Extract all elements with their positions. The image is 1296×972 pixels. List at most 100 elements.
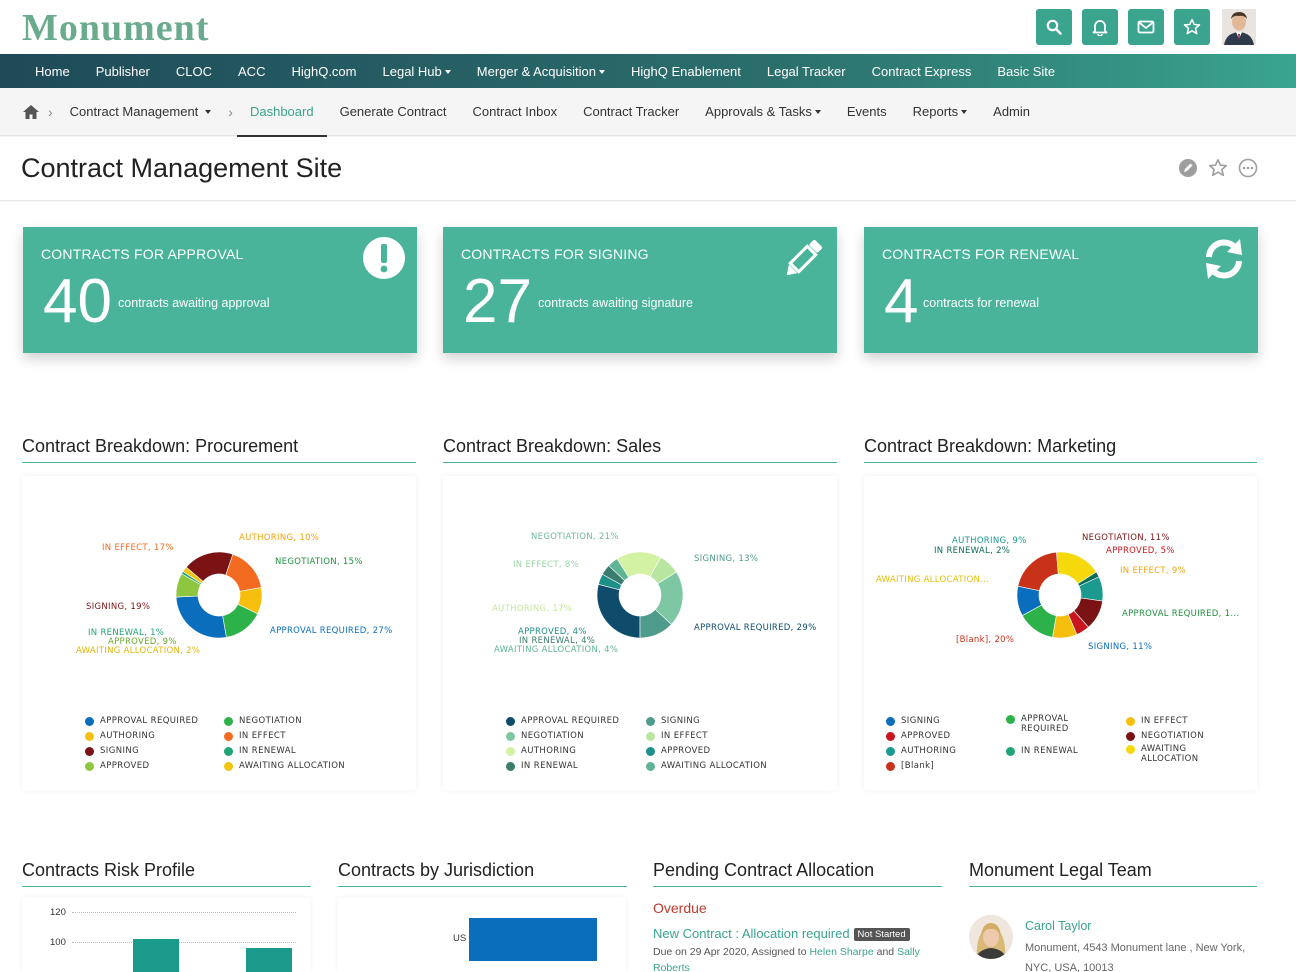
legend-item[interactable]: AWAITING ALLOCATION bbox=[646, 761, 767, 771]
more-icon[interactable] bbox=[1238, 158, 1258, 178]
legend-item[interactable]: IN RENEWAL bbox=[506, 761, 578, 771]
marketing-heading: Contract Breakdown: Marketing bbox=[864, 436, 1257, 463]
legend-item[interactable]: [Blank] bbox=[886, 761, 934, 771]
procurement-chart-panel: IN EFFECT, 17% AUTHORING, 10% NEGOTIATIO… bbox=[22, 476, 416, 790]
risk-profile-heading: Contracts Risk Profile bbox=[22, 860, 311, 887]
tab-dashboard[interactable]: Dashboard bbox=[236, 88, 327, 137]
nav-acc[interactable]: ACC bbox=[225, 64, 278, 79]
legend-item[interactable]: APPROVED bbox=[85, 761, 149, 771]
tab-generate-contract[interactable]: Generate Contract bbox=[327, 88, 460, 136]
legend-item[interactable]: NEGOTIATION bbox=[506, 731, 584, 741]
risk-profile-chart[interactable]: 120 100 bbox=[22, 898, 310, 972]
nav-home[interactable]: Home bbox=[22, 64, 83, 79]
chart-label: NEGOTIATION, 11% bbox=[1082, 533, 1170, 543]
top-icon-bar bbox=[1036, 9, 1256, 45]
home-breadcrumb[interactable] bbox=[22, 88, 44, 136]
chart-label: NEGOTIATION, 21% bbox=[531, 532, 619, 542]
marketing-chart-panel: AUTHORING, 9% IN RENEWAL, 2% NEGOTIATION… bbox=[864, 476, 1257, 790]
legend-item[interactable]: IN RENEWAL bbox=[1006, 746, 1078, 756]
chart-label: AWAITING ALLOCATION, 2% bbox=[76, 646, 201, 656]
team-member-avatar[interactable] bbox=[969, 915, 1013, 959]
legend-item[interactable]: AUTHORING bbox=[506, 746, 576, 756]
nav-merger-acquisition[interactable]: Merger & Acquisition bbox=[464, 64, 618, 79]
pencil-icon bbox=[779, 235, 827, 288]
pending-contract-item[interactable]: New Contract : Allocation required Not St… bbox=[653, 926, 910, 941]
nav-highq-enablement[interactable]: HighQ Enablement bbox=[618, 64, 754, 79]
chart-label: AUTHORING, 10% bbox=[239, 533, 320, 543]
chart-bar[interactable] bbox=[246, 948, 292, 972]
star-icon[interactable] bbox=[1208, 158, 1228, 178]
jurisdiction-heading: Contracts by Jurisdiction bbox=[338, 860, 627, 887]
donut-slice[interactable] bbox=[596, 583, 641, 639]
legend-item[interactable]: APPROVAL REQUIRED bbox=[85, 716, 198, 726]
chart-label: APPROVAL REQUIRED, 29% bbox=[694, 623, 817, 633]
user-avatar[interactable] bbox=[1222, 9, 1256, 45]
notifications-button[interactable] bbox=[1082, 9, 1118, 45]
legend-item[interactable]: APPROVAL REQUIRED bbox=[1006, 714, 1086, 734]
pending-contract-link[interactable]: New Contract : Allocation required bbox=[653, 926, 850, 941]
chart-label: AUTHORING, 17% bbox=[492, 604, 573, 614]
chart-bar[interactable] bbox=[469, 918, 597, 961]
tab-approvals-tasks[interactable]: Approvals & Tasks bbox=[692, 88, 834, 136]
nav-contract-express[interactable]: Contract Express bbox=[859, 64, 985, 79]
nav-cloc[interactable]: CLOC bbox=[163, 64, 225, 79]
breadcrumb-contract-management[interactable]: Contract Management bbox=[57, 88, 225, 136]
chart-label: IN EFFECT, 9% bbox=[1120, 566, 1187, 576]
legend-item[interactable]: IN EFFECT bbox=[224, 731, 286, 741]
edit-icon[interactable] bbox=[1178, 158, 1198, 178]
legend-item[interactable]: SIGNING bbox=[646, 716, 700, 726]
legend-item[interactable]: APPROVED bbox=[646, 746, 710, 756]
legend-item[interactable]: AUTHORING bbox=[886, 746, 956, 756]
kpi-renewal-card[interactable]: CONTRACTS FOR RENEWAL 4 contracts for re… bbox=[864, 227, 1258, 353]
nav-legal-hub[interactable]: Legal Hub bbox=[370, 64, 464, 79]
donut-slice[interactable] bbox=[1017, 551, 1059, 592]
legend-item[interactable]: SIGNING bbox=[886, 716, 940, 726]
mail-button[interactable] bbox=[1128, 9, 1164, 45]
tab-admin[interactable]: Admin bbox=[980, 88, 1043, 136]
chevron-right-icon: › bbox=[228, 103, 233, 120]
tab-contract-inbox[interactable]: Contract Inbox bbox=[460, 88, 571, 136]
kpi-approval-card[interactable]: CONTRACTS FOR APPROVAL 40 contracts awai… bbox=[23, 227, 417, 353]
donut-slice[interactable] bbox=[175, 595, 227, 639]
search-button[interactable] bbox=[1036, 9, 1072, 45]
monument-logo[interactable]: Monument bbox=[22, 8, 209, 48]
chart-label: IN EFFECT, 8% bbox=[513, 560, 580, 570]
page-title-bar: Contract Management Site bbox=[0, 137, 1296, 201]
tab-contract-tracker[interactable]: Contract Tracker bbox=[570, 88, 692, 136]
legend-item[interactable]: NEGOTIATION bbox=[224, 716, 302, 726]
caret-down-icon bbox=[961, 109, 968, 114]
legend-item[interactable]: AWAITING ALLOCATION bbox=[1126, 744, 1216, 764]
gridline bbox=[72, 912, 296, 913]
legend-item[interactable]: IN EFFECT bbox=[1126, 716, 1188, 726]
favorites-button[interactable] bbox=[1174, 9, 1210, 45]
chart-label: SIGNING, 19% bbox=[86, 602, 151, 612]
chart-label: NEGOTIATION, 15% bbox=[275, 557, 363, 567]
nav-basic-site[interactable]: Basic Site bbox=[984, 64, 1068, 79]
assignee-link[interactable]: Helen Sharpe bbox=[809, 946, 873, 958]
legend-item[interactable]: APPROVAL REQUIRED bbox=[506, 716, 619, 726]
legend-item[interactable]: SIGNING bbox=[85, 746, 139, 756]
legend-item[interactable]: IN RENEWAL bbox=[224, 746, 296, 756]
chevron-right-icon: › bbox=[48, 103, 53, 120]
kpi-number: 4 bbox=[884, 267, 919, 336]
y-tick-label: 120 bbox=[50, 907, 66, 918]
legend-item[interactable]: AUTHORING bbox=[85, 731, 155, 741]
nav-legal-tracker[interactable]: Legal Tracker bbox=[754, 64, 859, 79]
nav-publisher[interactable]: Publisher bbox=[83, 64, 163, 79]
legend-item[interactable]: APPROVED bbox=[886, 731, 950, 741]
legend-item[interactable]: IN EFFECT bbox=[646, 731, 708, 741]
legend-item[interactable]: NEGOTIATION bbox=[1126, 731, 1204, 741]
home-icon bbox=[23, 104, 39, 119]
donut-slice[interactable] bbox=[225, 553, 262, 592]
jurisdiction-chart[interactable]: US bbox=[338, 898, 626, 972]
kpi-signing-card[interactable]: CONTRACTS FOR SIGNING 27 contracts await… bbox=[443, 227, 837, 353]
team-member-name[interactable]: Carol Taylor bbox=[1025, 919, 1091, 933]
chart-bar[interactable] bbox=[133, 939, 179, 972]
chart-label: APPROVED, 5% bbox=[1106, 546, 1175, 556]
procurement-heading: Contract Breakdown: Procurement bbox=[22, 436, 416, 463]
nav-highq-com[interactable]: HighQ.com bbox=[278, 64, 369, 79]
tab-events[interactable]: Events bbox=[834, 88, 900, 136]
tab-reports[interactable]: Reports bbox=[900, 88, 981, 136]
chart-label: APPROVAL REQUIRED, 1... bbox=[1122, 609, 1240, 619]
legend-item[interactable]: AWAITING ALLOCATION bbox=[224, 761, 345, 771]
